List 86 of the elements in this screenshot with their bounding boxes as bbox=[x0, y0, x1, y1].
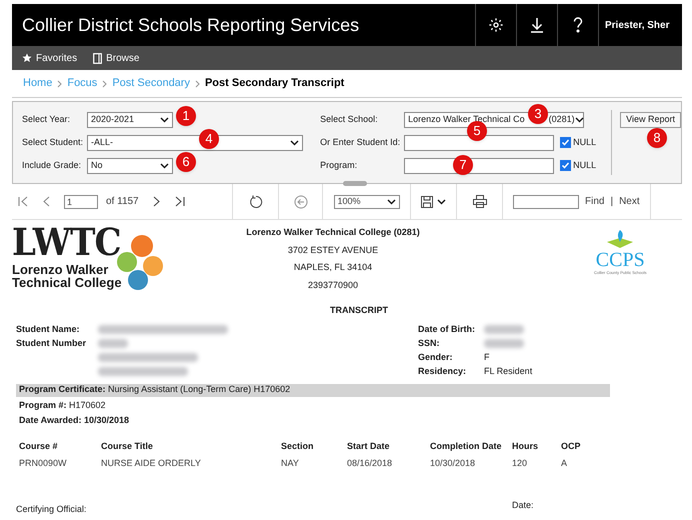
caret-icon bbox=[574, 116, 584, 122]
book-icon bbox=[93, 52, 102, 64]
logo-text: Technical College bbox=[12, 276, 122, 289]
select-field[interactable]: No bbox=[87, 158, 173, 174]
last-page-icon[interactable] bbox=[174, 196, 185, 207]
download-icon bbox=[530, 17, 544, 33]
text-field[interactable] bbox=[404, 158, 554, 174]
next-page-icon[interactable] bbox=[152, 196, 160, 207]
address-line: NAPLES, FL 34104 bbox=[294, 261, 372, 274]
column-header: Start Date bbox=[347, 440, 391, 452]
star-icon bbox=[22, 53, 32, 63]
field-label: SSN: bbox=[418, 336, 441, 350]
breadcrumb-link[interactable]: Post Secondary Transcript bbox=[204, 75, 344, 92]
null-label: NULL bbox=[573, 158, 596, 172]
null-checkbox[interactable] bbox=[560, 137, 572, 148]
app-title: Collier District Schools Reporting Services bbox=[21, 14, 360, 37]
caret-icon bbox=[160, 116, 169, 122]
school-name: Lorenzo Walker Technical College (0281) bbox=[246, 226, 420, 239]
field-label: Student Number bbox=[16, 336, 88, 350]
report-title: TRANSCRIPT bbox=[330, 304, 388, 317]
save-icon[interactable] bbox=[421, 196, 433, 208]
null-label: NULL bbox=[573, 136, 596, 149]
field-value: FL Resident bbox=[484, 364, 532, 378]
address-line: 2393770900 bbox=[308, 278, 358, 292]
column-header: Section bbox=[281, 440, 315, 452]
nav-link[interactable]: Browse bbox=[93, 50, 140, 66]
page-number-field[interactable]: 1 bbox=[64, 194, 98, 208]
column-header: Completion Date bbox=[430, 440, 503, 453]
field-label: Program: bbox=[320, 158, 358, 172]
column-header: Course Title bbox=[101, 440, 154, 452]
view-report-button[interactable]: View Report bbox=[620, 112, 681, 128]
find-field[interactable] bbox=[513, 194, 579, 208]
field-label: Select Student: bbox=[22, 136, 84, 149]
field-label: Residency: bbox=[418, 364, 468, 378]
print-icon[interactable] bbox=[472, 195, 486, 208]
null-checkbox[interactable] bbox=[560, 160, 572, 171]
column-header: Course # bbox=[19, 440, 59, 452]
chevron-icon bbox=[102, 80, 108, 88]
text-field[interactable] bbox=[404, 134, 554, 150]
help-icon bbox=[573, 17, 583, 33]
back-icon[interactable] bbox=[294, 194, 308, 208]
table-cell-text: 08/16/2018 bbox=[347, 457, 394, 470]
field-label: Gender: bbox=[418, 350, 454, 364]
caret-icon bbox=[290, 140, 299, 146]
refresh-icon[interactable] bbox=[248, 194, 262, 208]
certifying-label: Certifying Official: bbox=[16, 502, 88, 516]
table-cell-text: NURSE AIDE ORDERLY bbox=[101, 457, 202, 470]
certificate-text: Program Certificate: Nursing Assistant (Long-Term Care) H170602 bbox=[19, 383, 290, 396]
caret-icon bbox=[437, 198, 446, 204]
caret-icon bbox=[160, 162, 169, 168]
table-cell-text: A bbox=[561, 457, 568, 470]
previous-page-icon[interactable] bbox=[43, 196, 50, 207]
separator-text: | bbox=[610, 195, 614, 209]
page-count: of 1157 bbox=[106, 195, 139, 209]
address-line: 3702 ESTEY AVENUE bbox=[288, 244, 378, 256]
table-cell-text: 120 bbox=[512, 457, 528, 470]
date-label: Date: bbox=[512, 498, 534, 512]
caret-icon bbox=[386, 198, 396, 204]
field-label: Select Year: bbox=[22, 112, 72, 126]
nav-link[interactable]: Favorites bbox=[22, 50, 78, 66]
column-header: Hours bbox=[512, 440, 540, 452]
next-link[interactable]: Next bbox=[619, 194, 640, 209]
program-number: Program #: H170602 bbox=[19, 398, 107, 412]
gear-icon bbox=[488, 17, 504, 33]
field-value: F bbox=[484, 350, 490, 364]
logo-text: Lorenzo Walker bbox=[12, 263, 110, 276]
first-page-icon[interactable] bbox=[18, 196, 29, 207]
table-cell-text: NAY bbox=[281, 457, 300, 470]
table-cell-text: PRN0090W bbox=[19, 457, 68, 470]
find-link[interactable]: Find bbox=[585, 194, 604, 209]
date-awarded: Date Awarded: 10/30/2018 bbox=[19, 414, 130, 427]
select-field[interactable]: 2020-2021 bbox=[87, 112, 173, 128]
field-label: Select School: bbox=[320, 112, 379, 126]
field-label: Or Enter Student Id: bbox=[320, 136, 402, 149]
chevron-icon bbox=[194, 80, 200, 88]
table-cell-text: 10/30/2018 bbox=[430, 457, 476, 470]
field-label: Include Grade: bbox=[22, 158, 82, 172]
collapse-handle[interactable] bbox=[343, 181, 367, 186]
chevron-icon bbox=[57, 80, 62, 88]
open-book-icon bbox=[605, 228, 636, 250]
column-header: OCP bbox=[561, 440, 582, 452]
field-label: Student Name: bbox=[16, 322, 81, 336]
logo-letters: LWTC bbox=[12, 224, 122, 262]
zoom-select[interactable]: 100% bbox=[334, 194, 400, 208]
field-label: Date of Birth: bbox=[418, 322, 476, 336]
logo-letters: CCPS bbox=[596, 250, 645, 270]
